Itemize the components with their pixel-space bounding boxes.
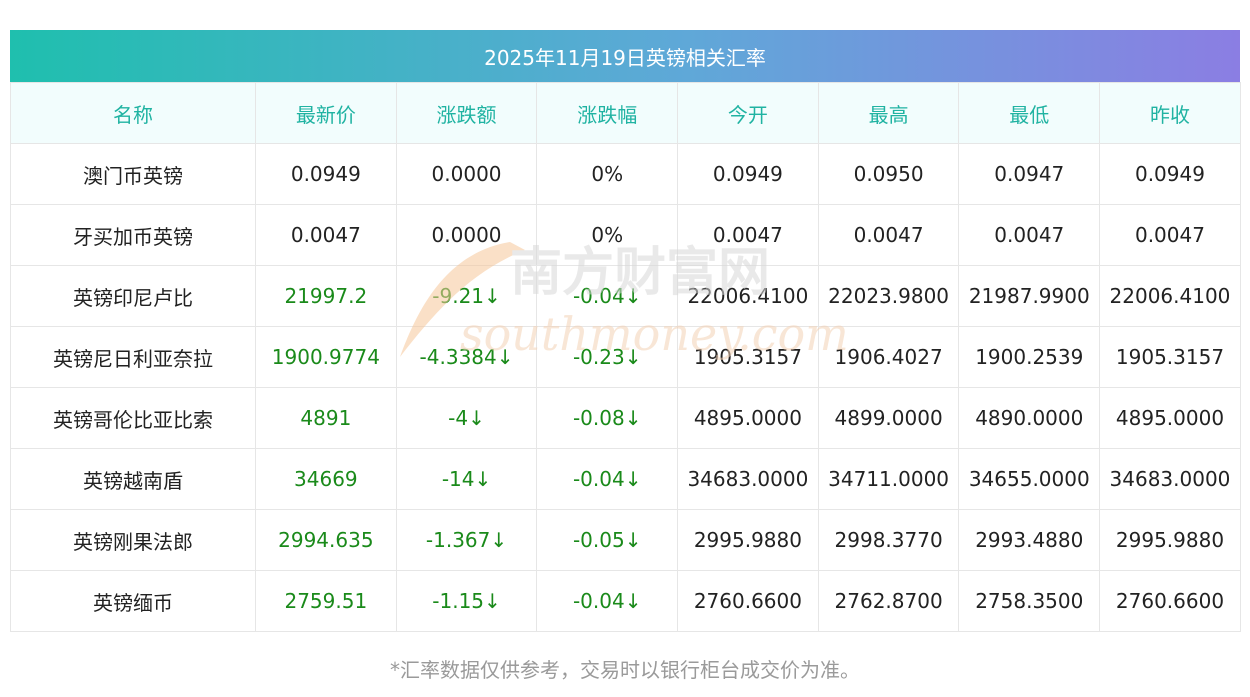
cell-open: 22006.4100	[677, 265, 819, 327]
table-row: 牙买加币英镑 0.0047 0.0000 0% 0.0047 0.0047 0.0047 0.…	[10, 204, 1241, 266]
cell-change: -9.21↓	[395, 265, 538, 327]
col-header-prev: 昨收	[1099, 82, 1241, 144]
col-header-pct: 涨跌幅	[536, 82, 679, 144]
table-area: 名称 最新价 涨跌额 涨跌幅 今开 最高 最低 昨收 澳门币英镑 0.0949 0.…	[10, 82, 1241, 632]
cell-low: 34655.0000	[958, 448, 1101, 510]
cell-low: 21987.9900	[958, 265, 1101, 327]
cell-low: 4890.0000	[958, 387, 1101, 449]
cell-open: 1905.3157	[677, 326, 819, 388]
rates-table: 名称 最新价 涨跌额 涨跌幅 今开 最高 最低 昨收 澳门币英镑 0.0949 0.…	[10, 82, 1241, 632]
table-row: 英镑缅币 2759.51 -1.15↓ -0.04↓ 2760.6600 2762.870…	[10, 570, 1241, 632]
cell-prev: 1905.3157	[1099, 326, 1241, 388]
cell-open: 0.0047	[677, 204, 819, 266]
cell-prev: 2995.9880	[1099, 509, 1241, 571]
cell-pct: -0.05↓	[536, 509, 679, 571]
cell-high: 34711.0000	[817, 448, 960, 510]
table-row: 英镑印尼卢比 21997.2 -9.21↓ -0.04↓ 22006.4100 22023…	[10, 265, 1241, 327]
cell-latest: 21997.2	[255, 265, 397, 327]
cell-high: 4899.0000	[817, 387, 960, 449]
cell-name: 澳门币英镑	[10, 143, 256, 205]
table-row: 澳门币英镑 0.0949 0.0000 0% 0.0949 0.0950 0.0947 0.0…	[10, 143, 1241, 205]
cell-latest: 2994.635	[255, 509, 397, 571]
cell-name: 英镑缅币	[10, 570, 256, 632]
cell-change: -1.15↓	[395, 570, 538, 632]
cell-prev: 34683.0000	[1099, 448, 1241, 510]
cell-high: 1906.4027	[817, 326, 960, 388]
header-row: 名称 最新价 涨跌额 涨跌幅 今开 最高 最低 昨收	[10, 82, 1241, 144]
cell-latest: 2759.51	[255, 570, 397, 632]
cell-high: 2998.3770	[817, 509, 960, 571]
cell-name: 英镑刚果法郎	[10, 509, 256, 571]
cell-open: 4895.0000	[677, 387, 819, 449]
cell-pct: -0.04↓	[536, 448, 679, 510]
cell-change: -4↓	[395, 387, 538, 449]
col-header-latest: 最新价	[255, 82, 397, 144]
table-row: 英镑越南盾 34669 -14↓ -0.04↓ 34683.0000 34711.0000…	[10, 448, 1241, 510]
cell-low: 0.0047	[958, 204, 1101, 266]
cell-latest: 34669	[255, 448, 397, 510]
cell-change: -1.367↓	[395, 509, 538, 571]
cell-name: 英镑印尼卢比	[10, 265, 256, 327]
table-row: 英镑刚果法郎 2994.635 -1.367↓ -0.05↓ 2995.9880 2998…	[10, 509, 1241, 571]
cell-low: 2993.4880	[958, 509, 1101, 571]
cell-change: 0.0000	[395, 143, 538, 205]
cell-change: -14↓	[395, 448, 538, 510]
col-header-change: 涨跌额	[395, 82, 538, 144]
col-header-name: 名称	[10, 82, 256, 144]
cell-low: 0.0947	[958, 143, 1101, 205]
cell-change: -4.3384↓	[395, 326, 538, 388]
cell-prev: 0.0047	[1099, 204, 1241, 266]
cell-pct: -0.08↓	[536, 387, 679, 449]
cell-latest: 0.0047	[255, 204, 397, 266]
cell-open: 2760.6600	[677, 570, 819, 632]
cell-prev: 0.0949	[1099, 143, 1241, 205]
table-title: 2025年11月19日英镑相关汇率	[10, 30, 1240, 82]
cell-prev: 22006.4100	[1099, 265, 1241, 327]
disclaimer-footnote: *汇率数据仅供参考，交易时以银行柜台成交价为准。	[390, 658, 860, 682]
cell-name: 英镑越南盾	[10, 448, 256, 510]
table-row: 英镑尼日利亚奈拉 1900.9774 -4.3384↓ -0.23↓ 1905.3157…	[10, 326, 1241, 388]
cell-high: 0.0047	[817, 204, 960, 266]
table-row: 英镑哥伦比亚比索 4891 -4↓ -0.08↓ 4895.0000 4899.0000 4…	[10, 387, 1241, 449]
cell-pct: -0.23↓	[536, 326, 679, 388]
cell-latest: 1900.9774	[255, 326, 397, 388]
cell-name: 牙买加币英镑	[10, 204, 256, 266]
cell-pct: 0%	[536, 143, 679, 205]
cell-latest: 0.0949	[255, 143, 397, 205]
cell-low: 2758.3500	[958, 570, 1101, 632]
cell-open: 34683.0000	[677, 448, 819, 510]
cell-low: 1900.2539	[958, 326, 1101, 388]
cell-pct: -0.04↓	[536, 570, 679, 632]
cell-high: 2762.8700	[817, 570, 960, 632]
cell-open: 0.0949	[677, 143, 819, 205]
cell-change: 0.0000	[395, 204, 538, 266]
col-header-low: 最低	[958, 82, 1101, 144]
cell-pct: -0.04↓	[536, 265, 679, 327]
cell-name: 英镑尼日利亚奈拉	[10, 326, 256, 388]
cell-latest: 4891	[255, 387, 397, 449]
cell-prev: 2760.6600	[1099, 570, 1241, 632]
cell-prev: 4895.0000	[1099, 387, 1241, 449]
cell-open: 2995.9880	[677, 509, 819, 571]
cell-pct: 0%	[536, 204, 679, 266]
cell-high: 22023.9800	[817, 265, 960, 327]
col-header-open: 今开	[677, 82, 819, 144]
col-header-high: 最高	[817, 82, 960, 144]
cell-high: 0.0950	[817, 143, 960, 205]
cell-name: 英镑哥伦比亚比索	[10, 387, 256, 449]
rate-panel: 2025年11月19日英镑相关汇率 名称 最新价 涨跌额 涨跌幅 今开 最高 最…	[10, 30, 1241, 683]
